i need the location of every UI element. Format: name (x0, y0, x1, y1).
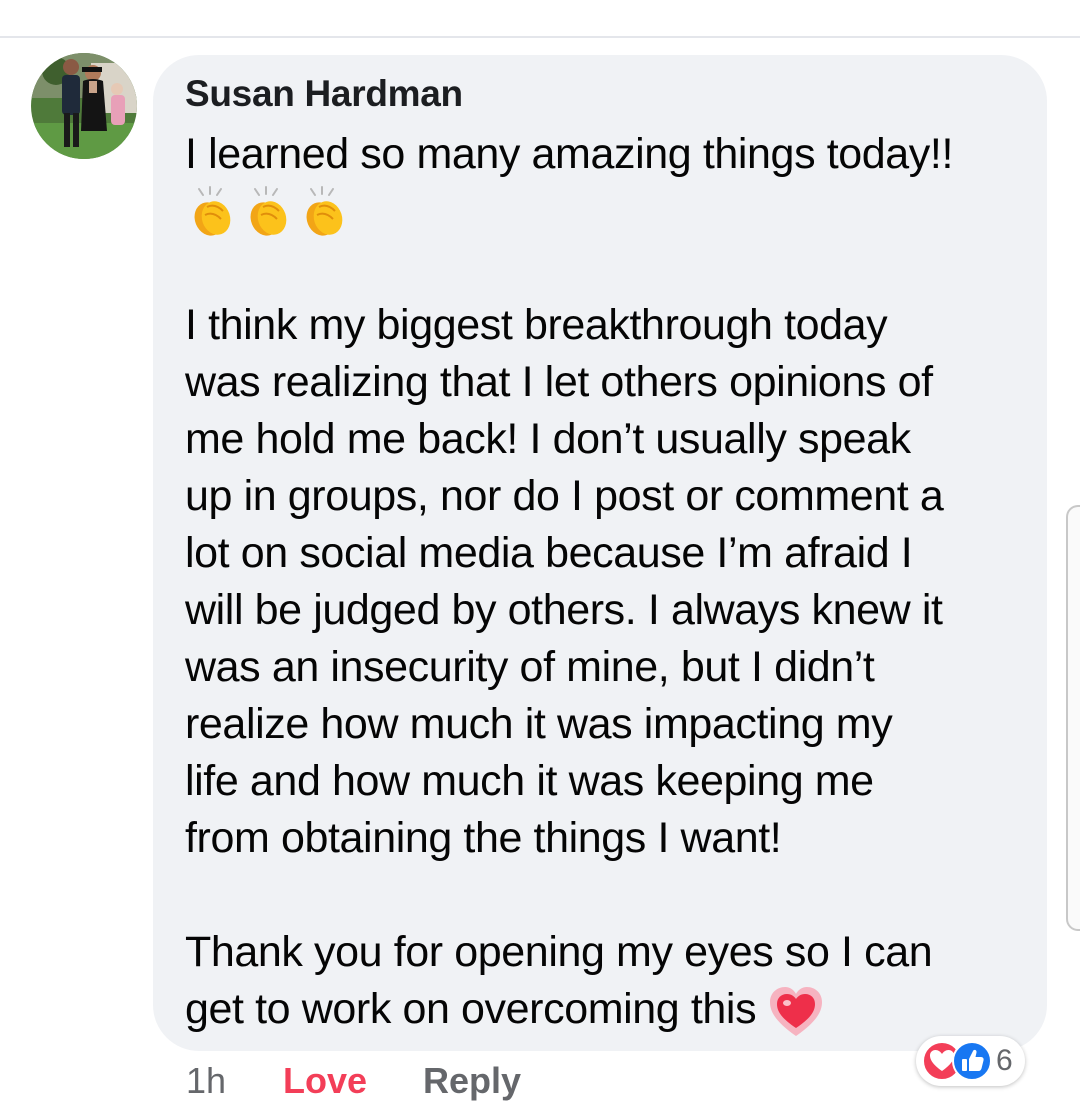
scrollbar[interactable] (1066, 505, 1080, 931)
reply-button[interactable]: Reply (423, 1060, 521, 1102)
reaction-count: 6 (996, 1044, 1013, 1077)
comment-line: up in groups, nor do I post or comment a (185, 472, 944, 520)
comment-line: life and how much it was keeping me (185, 757, 874, 805)
avatar[interactable] (31, 53, 137, 159)
comment-line: I think my biggest breakthrough today (185, 301, 888, 349)
comment-body: I learned so many amazing things today!! (185, 126, 1035, 1038)
love-button[interactable]: Love (283, 1060, 367, 1102)
comment-line: lot on social media because I’m afraid I (185, 529, 913, 577)
avatar-photo (31, 53, 137, 159)
like-reaction-icon (952, 1041, 992, 1081)
clapping-emoji-row (185, 183, 1035, 240)
clapping-hands-emoji (306, 185, 343, 236)
clapping-hands-emoji (194, 185, 231, 236)
reaction-summary[interactable]: 6 (916, 1036, 1025, 1086)
comment-timestamp[interactable]: 1h (186, 1060, 226, 1102)
comment-line: I learned so many amazing things today!! (185, 130, 953, 178)
clapping-hands-emoji (250, 185, 287, 236)
comment-line: realize how much it was impacting my (185, 700, 893, 748)
comment-line: me hold me back! I don’t usually speak (185, 415, 911, 463)
comment-line-text: get to work on overcoming this (185, 985, 757, 1033)
comment-line: from obtaining the things I want! (185, 814, 782, 862)
author-name[interactable]: Susan Hardman (185, 73, 463, 115)
comment-line: Thank you for opening my eyes so I can (185, 928, 933, 976)
comment-line: will be judged by others. I always knew … (185, 586, 943, 634)
comment-line: was an insecurity of mine, but I didn’t (185, 643, 875, 691)
top-divider (0, 36, 1080, 38)
comment-line: was realizing that I let others opinions… (185, 358, 933, 406)
sparkling-heart-emoji (769, 986, 822, 1036)
comment-line-last: get to work on overcoming this (185, 981, 1035, 1038)
